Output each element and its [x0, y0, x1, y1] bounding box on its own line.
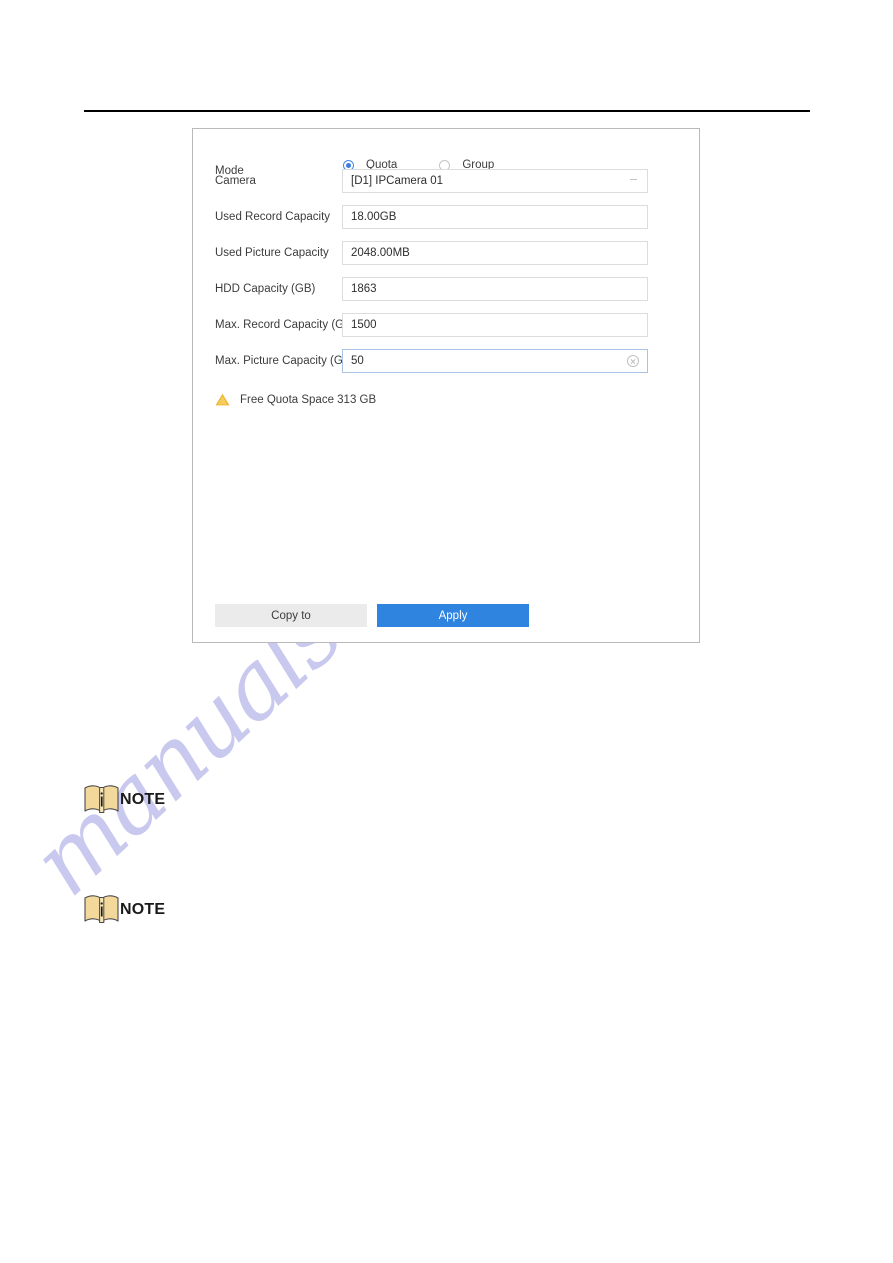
note-book-icon	[84, 785, 119, 813]
free-quota-note: Free Quota Space 313 GB	[215, 393, 376, 406]
max-picture-capacity-value: 50	[351, 355, 364, 367]
note-label-1: NOTE	[120, 790, 166, 808]
chevron-down-icon[interactable]	[629, 176, 639, 186]
max-record-capacity-input[interactable]: 1500	[342, 313, 648, 337]
note-label-2: NOTE	[120, 900, 166, 918]
camera-select[interactable]: [D1] IPCamera 01	[342, 169, 648, 193]
camera-value: [D1] IPCamera 01	[351, 175, 444, 187]
header-divider	[84, 110, 810, 112]
hdd-capacity-input[interactable]: 1863	[342, 277, 648, 301]
camera-label: Camera	[215, 175, 256, 187]
note-block-1: NOTE	[82, 783, 165, 816]
max-picture-capacity-label: Max. Picture Capacity (GB)	[215, 355, 355, 367]
free-quota-text: Free Quota Space 313 GB	[240, 393, 377, 406]
used-record-capacity-input[interactable]: 18.00GB	[342, 205, 648, 229]
note-block-2: NOTE	[82, 893, 165, 926]
used-record-capacity-label: Used Record Capacity	[215, 211, 331, 223]
used-picture-capacity-value: 2048.00MB	[351, 247, 410, 259]
hdd-quota-dialog: Mode Quota Group Camera [D1] IPCamera 01…	[192, 128, 700, 643]
note-book-icon	[84, 895, 119, 923]
max-record-capacity-label: Max. Record Capacity (GB)	[215, 319, 356, 331]
used-picture-capacity-label: Used Picture Capacity	[215, 247, 329, 259]
hdd-capacity-value: 1863	[351, 283, 377, 295]
clear-circle-icon[interactable]	[627, 355, 639, 367]
apply-button[interactable]: Apply	[377, 604, 529, 627]
used-record-capacity-value: 18.00GB	[351, 211, 397, 223]
used-picture-capacity-input[interactable]: 2048.00MB	[342, 241, 648, 265]
max-record-capacity-value: 1500	[351, 319, 377, 331]
max-picture-capacity-input[interactable]: 50	[342, 349, 648, 373]
warning-triangle-icon	[215, 393, 230, 406]
copy-to-button[interactable]: Copy to	[215, 604, 367, 627]
hdd-capacity-label: HDD Capacity (GB)	[215, 283, 316, 295]
